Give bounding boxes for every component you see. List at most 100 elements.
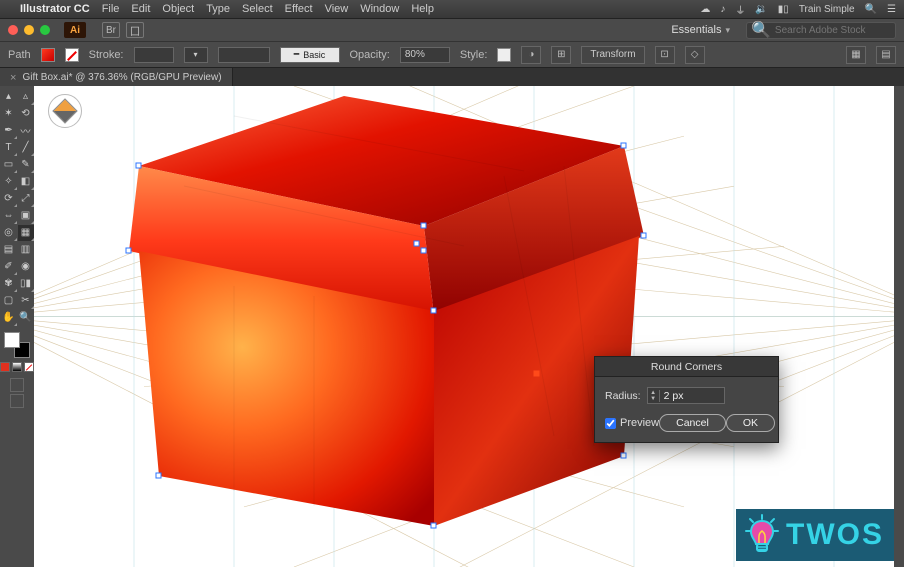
- control-bar: Path Stroke: ▾ ━Basic Opacity: 80% Style…: [0, 41, 904, 67]
- blend-tool[interactable]: ◉: [18, 259, 34, 275]
- preview-checkbox-row[interactable]: Preview: [605, 417, 659, 429]
- color-mode-none[interactable]: [24, 362, 34, 372]
- fill-swatch[interactable]: [41, 48, 55, 62]
- opacity-value: 80%: [405, 49, 425, 60]
- music-icon[interactable]: ♪: [720, 4, 725, 15]
- perspective-grid-tool[interactable]: ▦: [18, 225, 34, 241]
- panel-options-icon[interactable]: ▤: [876, 46, 896, 64]
- isolate-icon[interactable]: ⊡: [655, 46, 675, 64]
- lasso-tool[interactable]: ⟲: [18, 106, 34, 122]
- symbol-sprayer-tool[interactable]: ✾: [1, 276, 17, 292]
- slice-tool[interactable]: ✂: [18, 293, 34, 309]
- menu-select[interactable]: Select: [242, 3, 273, 15]
- preview-label: Preview: [620, 417, 659, 429]
- magic-wand-tool[interactable]: ✶: [1, 106, 17, 122]
- brush-definition-dropdown[interactable]: [218, 47, 270, 63]
- menubar-user[interactable]: Train Simple: [799, 4, 855, 15]
- shaper-tool[interactable]: ✧: [1, 174, 17, 190]
- gradient-tool[interactable]: ▥: [18, 242, 34, 258]
- ok-button[interactable]: OK: [726, 414, 775, 432]
- spotlight-icon[interactable]: 🔍: [865, 4, 877, 15]
- eyedropper-tool[interactable]: ✐: [1, 259, 17, 275]
- notifications-icon[interactable]: ☰: [887, 4, 896, 15]
- cloud-icon[interactable]: ☁: [700, 4, 710, 15]
- menu-file[interactable]: File: [102, 3, 120, 15]
- mesh-tool[interactable]: ▤: [1, 242, 17, 258]
- recolor-icon[interactable]: ◑: [521, 46, 541, 64]
- scale-tool[interactable]: ⤢: [18, 191, 34, 207]
- workspace-switcher[interactable]: Essentials: [671, 24, 730, 36]
- selection-tool[interactable]: ▴: [1, 89, 17, 105]
- perspective-cube-icon: [52, 98, 77, 123]
- preview-checkbox[interactable]: [605, 418, 616, 429]
- radius-input[interactable]: [660, 390, 724, 402]
- brush-basic[interactable]: ━Basic: [280, 47, 340, 63]
- draw-mode-normal[interactable]: [10, 378, 24, 392]
- gift-box-art[interactable]: [84, 86, 684, 566]
- graphic-style-swatch[interactable]: [497, 48, 511, 62]
- rotate-tool[interactable]: ⟳: [1, 191, 17, 207]
- document-tab[interactable]: × Gift Box.ai* @ 376.36% (RGB/GPU Previe…: [0, 68, 233, 87]
- cancel-button[interactable]: Cancel: [659, 414, 726, 432]
- adobe-stock-search[interactable]: 🔍: [746, 22, 896, 39]
- arrange-docs-icon[interactable]: ▦: [846, 46, 866, 64]
- macos-menubar: Illustrator CC File Edit Object Type Sel…: [0, 0, 904, 18]
- paintbrush-tool[interactable]: ✎: [18, 157, 34, 173]
- shape-icon[interactable]: ◇: [685, 46, 705, 64]
- curvature-tool[interactable]: 〰: [18, 123, 34, 139]
- tab-close-icon[interactable]: ×: [10, 72, 16, 84]
- menu-window[interactable]: Window: [360, 3, 399, 15]
- width-tool[interactable]: ⇔: [1, 208, 17, 224]
- workspace: ▴▵ ✶⟲ ✒〰 T╱ ▭✎ ✧◧ ⟳⤢ ⇔▣ ◎▦ ▤▥ ✐◉ ✾▯▮ ▢✂ …: [0, 86, 904, 567]
- variable-width-dropdown[interactable]: ▾: [184, 47, 208, 63]
- artboard-tool[interactable]: ▢: [1, 293, 17, 309]
- transform-panel-button[interactable]: Transform: [581, 46, 644, 64]
- window-minimize-button[interactable]: [24, 25, 34, 35]
- watermark-text: TWOS: [786, 518, 884, 552]
- menu-edit[interactable]: Edit: [131, 3, 150, 15]
- opacity-input[interactable]: 80%: [400, 47, 450, 63]
- type-tool[interactable]: T: [1, 140, 17, 156]
- pen-tool[interactable]: ✒: [1, 123, 17, 139]
- stroke-swatch[interactable]: [65, 48, 79, 62]
- screen-mode[interactable]: [10, 394, 24, 408]
- eraser-tool[interactable]: ◧: [18, 174, 34, 190]
- app-menu[interactable]: Illustrator CC: [20, 3, 90, 15]
- bridge-icon[interactable]: Br: [102, 22, 120, 38]
- menu-help[interactable]: Help: [411, 3, 434, 15]
- radius-stepper[interactable]: ▲▼: [647, 387, 725, 404]
- menu-view[interactable]: View: [325, 3, 349, 15]
- stock-search-input[interactable]: [775, 25, 891, 36]
- zoom-tool[interactable]: 🔍: [18, 310, 34, 326]
- free-transform-tool[interactable]: ▣: [18, 208, 34, 224]
- stroke-weight-input[interactable]: [134, 47, 174, 63]
- document-canvas[interactable]: Round Corners Radius: ▲▼ Preview Cancel …: [34, 86, 894, 567]
- menu-type[interactable]: Type: [206, 3, 230, 15]
- menu-object[interactable]: Object: [162, 3, 194, 15]
- shape-builder-tool[interactable]: ◎: [1, 225, 17, 241]
- rectangle-tool[interactable]: ▭: [1, 157, 17, 173]
- watermark-badge: TWOS: [736, 509, 894, 561]
- hand-tool[interactable]: ✋: [1, 310, 17, 326]
- column-graph-tool[interactable]: ▯▮: [18, 276, 34, 292]
- fill-stroke-control[interactable]: [4, 332, 30, 358]
- round-corners-dialog: Round Corners Radius: ▲▼ Preview Cancel …: [594, 356, 779, 443]
- stock-icon[interactable]: 囗: [126, 22, 144, 38]
- perspective-plane-widget[interactable]: [48, 94, 82, 128]
- fill-color[interactable]: [4, 332, 20, 348]
- collapsed-right-panels[interactable]: [894, 86, 904, 567]
- window-zoom-button[interactable]: [40, 25, 50, 35]
- color-mode-solid[interactable]: [0, 362, 10, 372]
- menu-effect[interactable]: Effect: [285, 3, 313, 15]
- color-mode-gradient[interactable]: [12, 362, 22, 372]
- volume-icon[interactable]: 🔉: [755, 4, 767, 15]
- align-icon[interactable]: ⊞: [551, 46, 571, 64]
- stepper-down-icon[interactable]: ▼: [648, 396, 659, 402]
- window-close-button[interactable]: [8, 25, 18, 35]
- direct-selection-tool[interactable]: ▵: [18, 89, 34, 105]
- app-badge: Ai: [64, 22, 86, 38]
- color-mode-row: [0, 362, 34, 372]
- line-tool[interactable]: ╱: [18, 140, 34, 156]
- wifi-icon[interactable]: ⏚: [735, 2, 745, 17]
- battery-icon[interactable]: ▮▯: [778, 4, 789, 15]
